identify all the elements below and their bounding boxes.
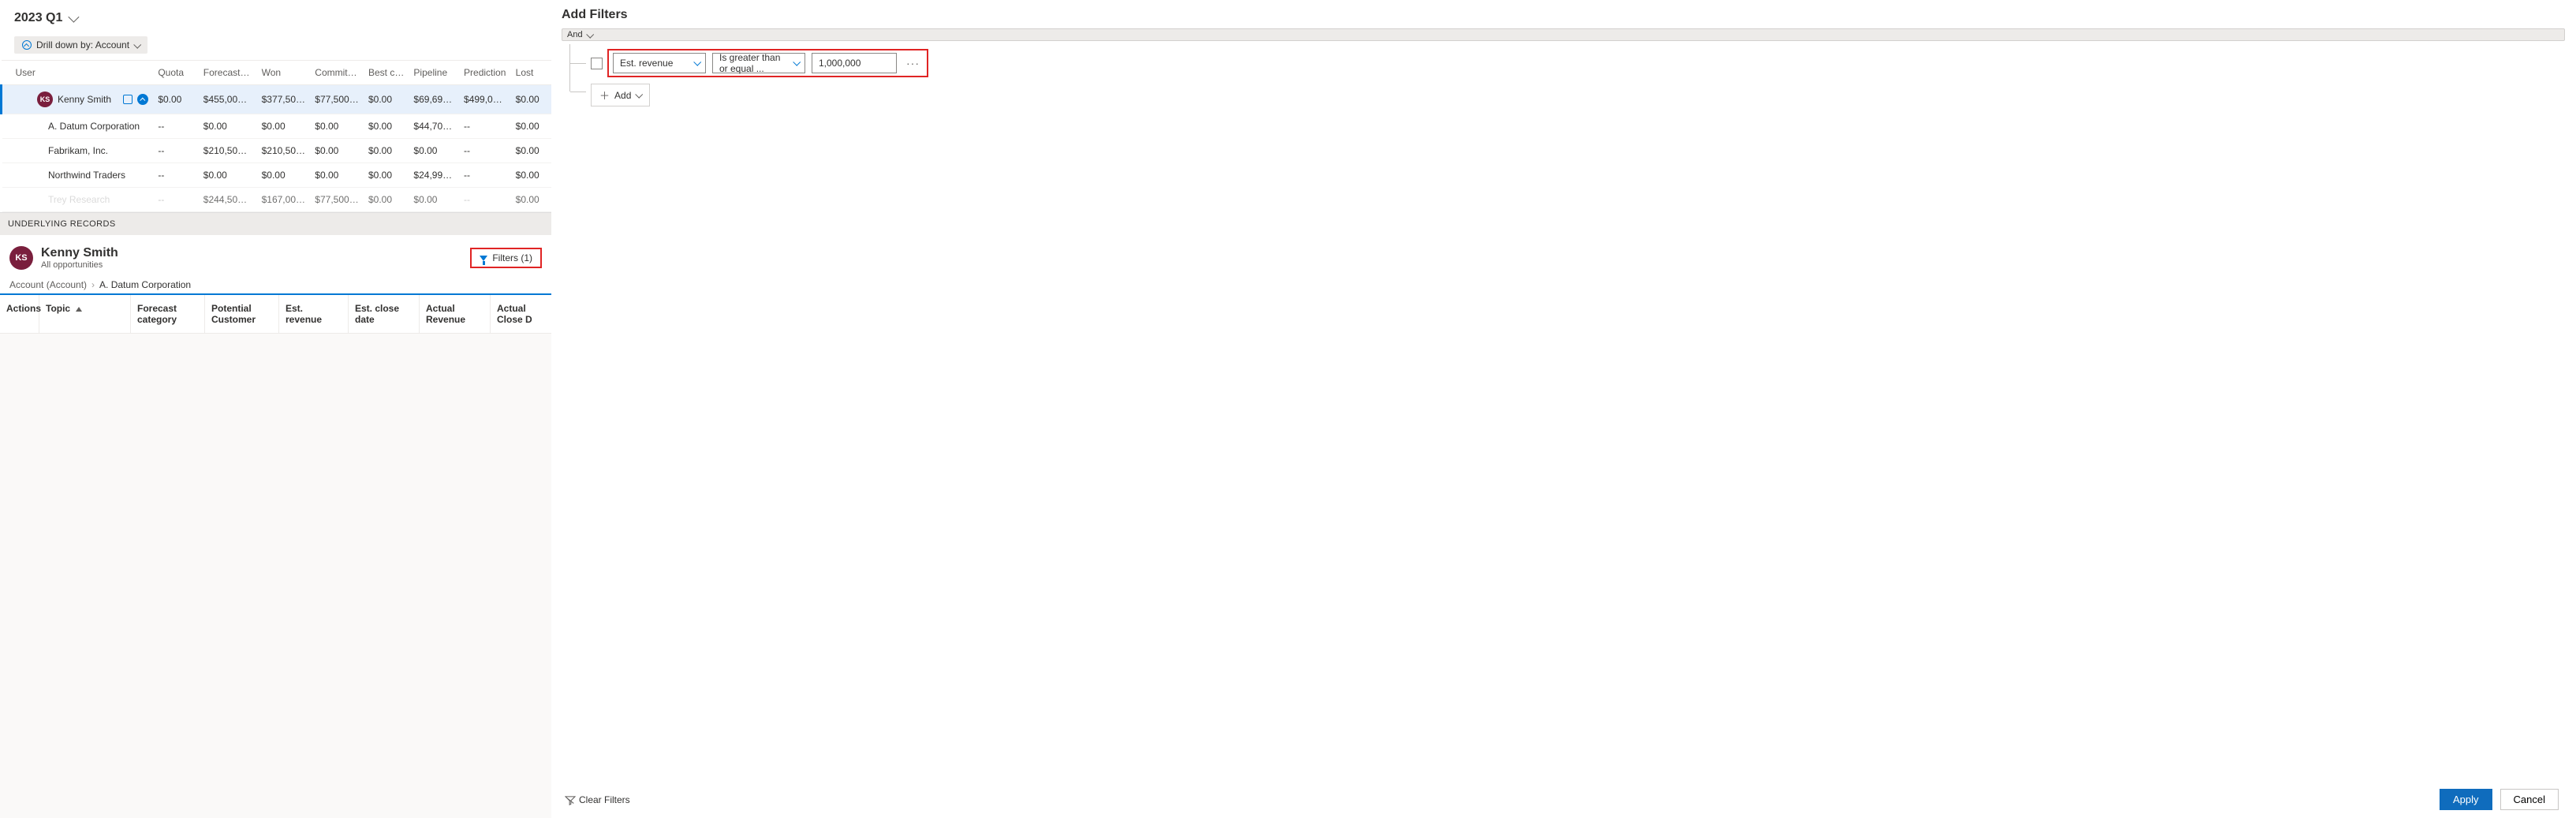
col-actions[interactable]: Actions xyxy=(0,295,39,334)
drilldown-label: Drill down by: Account xyxy=(36,39,129,50)
filter-panel: Add Filters And Est. revenue Is greater … xyxy=(552,0,2576,818)
filter-value-input[interactable]: 1,000,000 xyxy=(812,53,897,73)
table-row[interactable]: Trey Research -- $244,500.00 $167,000.00… xyxy=(2,188,552,212)
col-user[interactable]: User xyxy=(2,61,154,85)
cancel-button[interactable]: Cancel xyxy=(2500,789,2559,810)
user-name: Trey Research xyxy=(48,194,110,205)
col-potential-customer[interactable]: Potential Customer xyxy=(205,295,279,334)
conjunction-chip[interactable]: And xyxy=(562,28,2565,41)
cell-lost: $0.00 xyxy=(511,85,551,114)
panel-footer: Clear Filters Apply Cancel xyxy=(562,783,2565,818)
opportunity-empty-area xyxy=(0,334,551,818)
col-committed[interactable]: Committed xyxy=(310,61,364,85)
cell-pipeline: $69,695.00 xyxy=(409,85,459,114)
add-label: Add xyxy=(614,90,631,101)
period-label: 2023 Q1 xyxy=(14,11,62,25)
col-actual-close-date[interactable]: Actual Close D xyxy=(491,295,551,334)
chevron-down-icon xyxy=(586,30,594,38)
chevron-down-icon xyxy=(69,12,80,23)
filter-clear-icon xyxy=(565,796,574,804)
col-forecast[interactable]: Forecast i xyxy=(199,61,257,85)
col-pipeline[interactable]: Pipeline xyxy=(409,61,459,85)
forecast-grid: User Quota Forecast i Won Committed Best… xyxy=(0,60,551,212)
table-row[interactable]: Fabrikam, Inc. -- $210,500.00 $210,500.0… xyxy=(2,139,552,163)
filter-row-checkbox[interactable] xyxy=(591,58,603,69)
breadcrumb-root[interactable]: Account (Account) xyxy=(9,279,87,290)
tree-connector xyxy=(570,63,586,64)
filters-button[interactable]: Filters (1) xyxy=(470,248,542,268)
apply-button[interactable]: Apply xyxy=(2440,789,2492,810)
drilldown-pill[interactable]: Drill down by: Account xyxy=(14,36,147,54)
sort-ascending-icon xyxy=(76,307,82,312)
cell-committed: $77,500.00 xyxy=(310,85,364,114)
breadcrumb: Account (Account) › A. Datum Corporation xyxy=(0,279,551,293)
record-name: Kenny Smith xyxy=(41,246,118,260)
filter-field-select[interactable]: Est. revenue xyxy=(613,53,706,73)
drill-bar: Drill down by: Account xyxy=(0,36,551,54)
filter-row: Est. revenue Is greater than or equal ..… xyxy=(607,49,928,77)
table-row[interactable]: A. Datum Corporation -- $0.00 $0.00 $0.0… xyxy=(2,114,552,139)
col-est-revenue[interactable]: Est. revenue xyxy=(279,295,349,334)
period-dropdown[interactable]: 2023 Q1 xyxy=(14,11,77,25)
user-name: Northwind Traders xyxy=(48,170,125,181)
cell-bestcase: $0.00 xyxy=(364,85,409,114)
table-row[interactable]: KS Kenny Smith $0.00 $455,000.00 $377,50… xyxy=(2,85,552,114)
table-row[interactable]: Northwind Traders -- $0.00 $0.00 $0.00 $… xyxy=(2,163,552,188)
panel-title: Add Filters xyxy=(562,6,2565,28)
chevron-down-icon xyxy=(693,58,701,66)
plus-icon: ＋ xyxy=(599,88,610,103)
filter-operator-select[interactable]: Is greater than or equal ... xyxy=(712,53,805,73)
filter-value: 1,000,000 xyxy=(819,58,861,69)
col-prediction[interactable]: Prediction xyxy=(459,61,511,85)
col-actual-revenue[interactable]: Actual Revenue xyxy=(420,295,491,334)
hierarchy-icon xyxy=(22,40,32,50)
add-filter-button[interactable]: ＋ Add xyxy=(591,84,650,106)
filter-icon xyxy=(480,256,487,261)
breadcrumb-leaf[interactable]: A. Datum Corporation xyxy=(99,279,191,290)
cell-won: $377,500.00 xyxy=(257,85,311,114)
more-options-icon[interactable]: ··· xyxy=(903,57,923,69)
cell-quota: $0.00 xyxy=(153,85,198,114)
col-est-close-date[interactable]: Est. close date xyxy=(349,295,420,334)
cell-prediction: $499,013.25 xyxy=(459,85,511,114)
filter-operator-value: Is greater than or equal ... xyxy=(719,52,789,74)
col-forecast-category[interactable]: Forecast category xyxy=(131,295,205,334)
underlying-records-bar: UNDERLYING RECORDS xyxy=(0,212,551,235)
col-won[interactable]: Won xyxy=(257,61,311,85)
opportunity-header-row: Actions Topic Forecast category Potentia… xyxy=(0,293,551,334)
user-name: Fabrikam, Inc. xyxy=(48,145,108,156)
chevron-down-icon xyxy=(636,91,644,99)
record-header: KS Kenny Smith All opportunities Filters… xyxy=(0,235,551,279)
chevron-right-icon: › xyxy=(91,279,95,290)
clear-filters-label: Clear Filters xyxy=(579,794,630,805)
forecast-pane: 2023 Q1 Drill down by: Account User Quot… xyxy=(0,0,552,818)
cell-forecast: $455,000.00 xyxy=(199,85,257,114)
share-icon[interactable] xyxy=(123,95,133,104)
grid-header-row: User Quota Forecast i Won Committed Best… xyxy=(2,61,552,85)
filters-label: Filters (1) xyxy=(492,252,532,263)
user-name: Kenny Smith xyxy=(58,94,111,105)
record-subtitle: All opportunities xyxy=(41,260,118,270)
col-topic[interactable]: Topic xyxy=(39,295,131,334)
col-bestcase[interactable]: Best case xyxy=(364,61,409,85)
col-lost[interactable]: Lost xyxy=(511,61,551,85)
chevron-down-icon xyxy=(133,40,141,48)
conjunction-label: And xyxy=(567,30,583,39)
expand-up-icon[interactable] xyxy=(137,94,148,105)
avatar: KS xyxy=(37,92,53,107)
chevron-down-icon xyxy=(793,58,801,66)
col-quota[interactable]: Quota xyxy=(153,61,198,85)
filter-field-value: Est. revenue xyxy=(620,58,673,69)
user-name: A. Datum Corporation xyxy=(48,121,140,132)
avatar: KS xyxy=(9,246,33,270)
clear-filters-button[interactable]: Clear Filters xyxy=(565,794,630,805)
period-header: 2023 Q1 xyxy=(0,0,551,36)
